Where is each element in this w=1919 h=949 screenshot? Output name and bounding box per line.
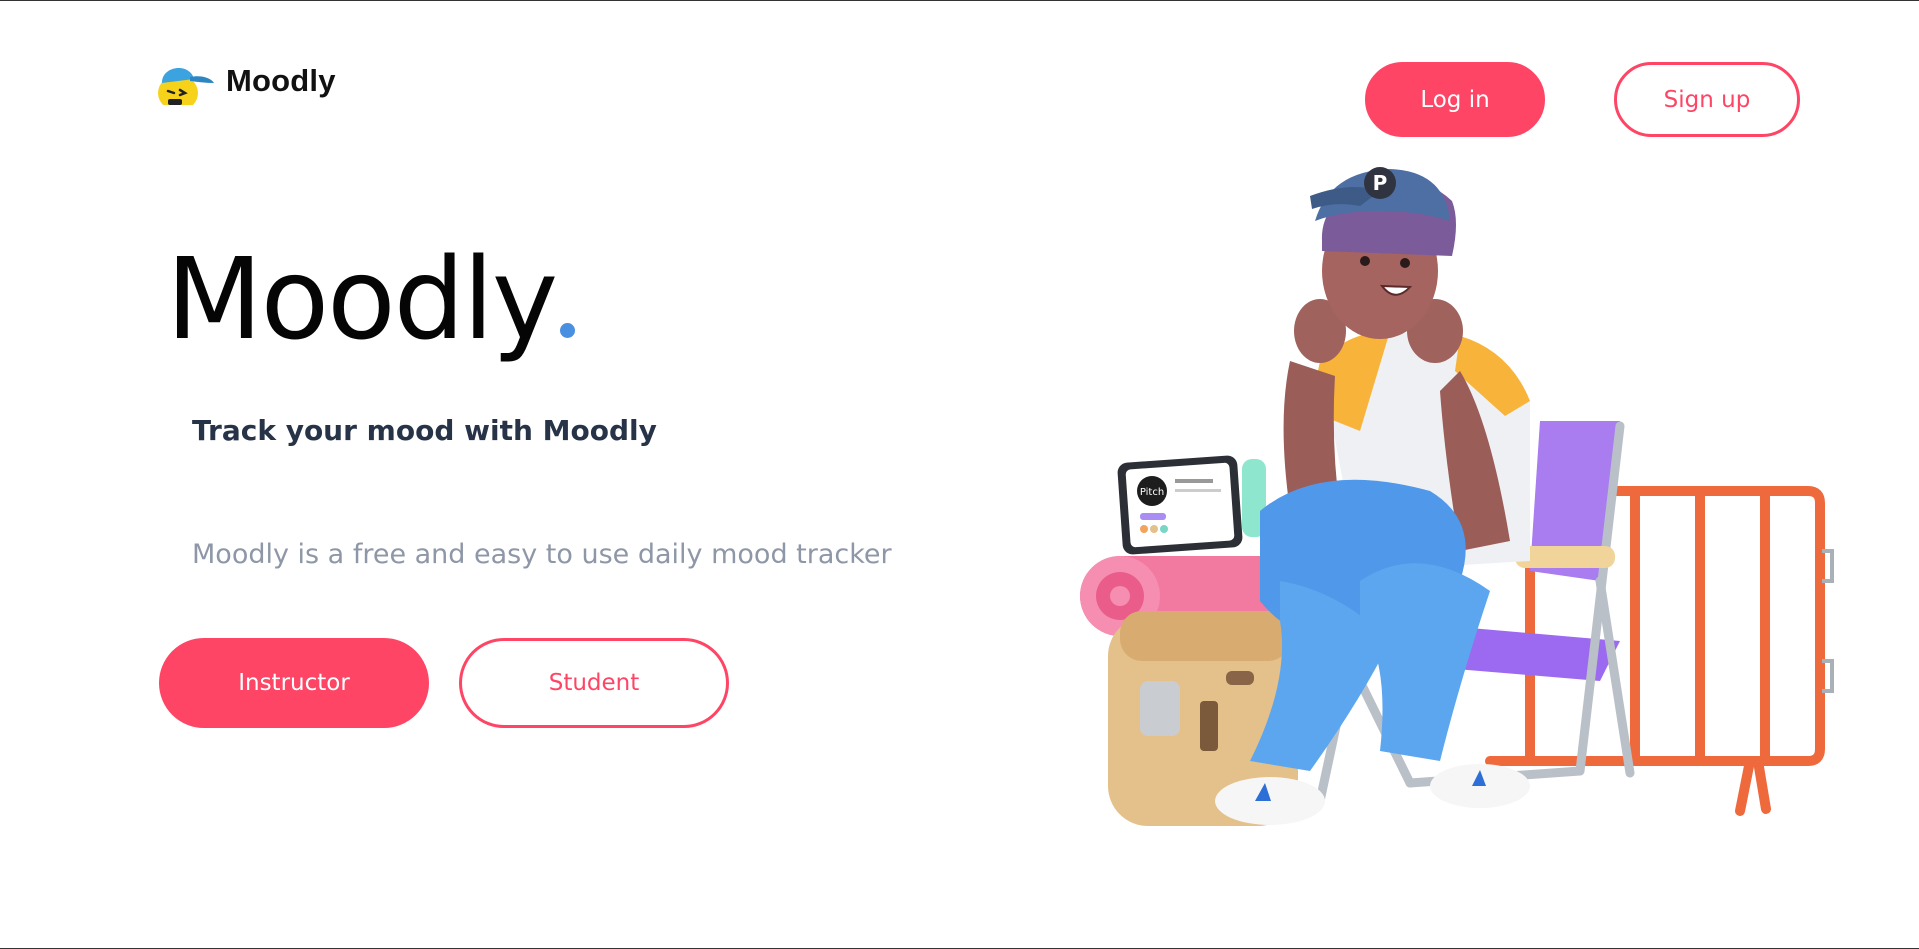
hero-title-text: Moodly [166,235,558,365]
cap-letter: P [1373,171,1388,195]
signup-button[interactable]: Sign up [1614,62,1800,137]
tablet-image: Pitch [1117,455,1243,555]
hero-title: Moodly [166,233,576,367]
hero-description: Moodly is a free and easy to use daily m… [192,539,892,570]
hero-title-dot [560,323,576,338]
brand-name: Moodly [226,63,336,98]
instructor-button[interactable]: Instructor [159,638,429,728]
hero-subtitle: Track your mood with Moodly [192,414,657,447]
tablet-brand-text: Pitch [1140,487,1164,498]
student-button[interactable]: Student [459,638,729,728]
moodly-mascot-icon [158,67,214,105]
hero-illustration: Pitch P [1080,167,1834,826]
landing-page: Moodly Log in Sign up Moodly Track your … [0,0,1919,949]
login-button[interactable]: Log in [1365,62,1545,137]
brand-logo-link[interactable]: Moodly [154,57,336,105]
